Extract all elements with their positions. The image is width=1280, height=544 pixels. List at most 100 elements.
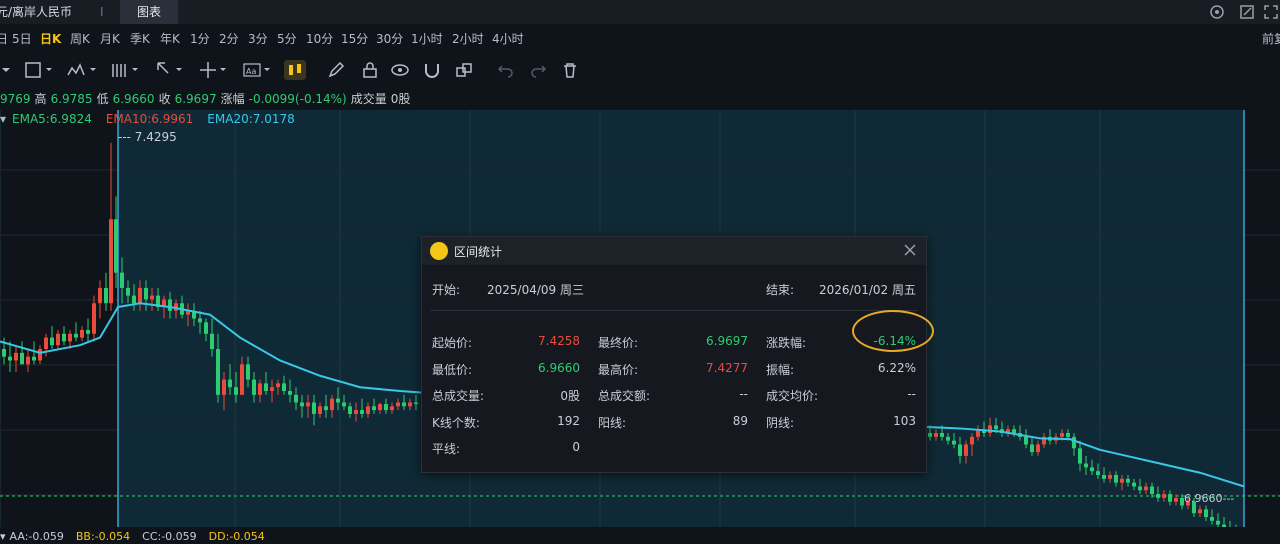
candle-body <box>928 433 932 437</box>
volume-label: 成交量 <box>350 92 387 106</box>
candle-body <box>216 349 220 395</box>
low-value: 6.9660 <box>112 92 155 106</box>
period-5min[interactable]: 5分 <box>277 30 297 47</box>
candle-body <box>1090 467 1094 472</box>
amplitude-value: 6.22% <box>877 361 916 375</box>
candle-body <box>988 425 992 434</box>
lock-icon[interactable] <box>360 60 380 80</box>
candle-body <box>1102 475 1106 479</box>
candle-body <box>934 433 938 437</box>
bars-icon[interactable] <box>110 60 142 80</box>
indicator-bb: BB:-0.054 <box>75 530 131 543</box>
redo-icon[interactable] <box>528 60 548 80</box>
period-2min[interactable]: 2分 <box>219 30 239 47</box>
candle-body <box>1168 494 1172 502</box>
candle-body <box>940 433 944 437</box>
rect-tool-icon[interactable] <box>24 60 54 80</box>
total-volume-value: 0股 <box>560 389 580 403</box>
up-bars-label: 阳线: <box>598 416 627 430</box>
edit-icon[interactable] <box>1238 3 1256 21</box>
period-1hour[interactable]: 1小时 <box>411 30 443 47</box>
indicator-icon[interactable] <box>66 60 98 80</box>
amplitude-label: 振幅: <box>766 363 795 377</box>
candle-body <box>1066 433 1070 437</box>
open-value: 9769 <box>0 92 31 106</box>
high-price-value: 7.4277 <box>706 361 748 375</box>
legend-toggle-icon[interactable]: ▾ <box>0 112 6 126</box>
candle-body <box>366 406 370 414</box>
period-3min[interactable]: 3分 <box>248 30 268 47</box>
period-day-partial[interactable]: 日 <box>0 30 8 47</box>
candle-body <box>390 406 394 411</box>
period-quarterly[interactable]: 季K <box>130 30 150 47</box>
candle-body <box>288 391 292 395</box>
close-label: 收 <box>158 92 171 106</box>
period-2hour[interactable]: 2小时 <box>452 30 484 47</box>
dropdown-icon[interactable] <box>0 60 12 80</box>
crosshair-icon[interactable] <box>198 60 230 80</box>
candle-body <box>270 387 274 392</box>
candle-body <box>252 379 256 395</box>
period-daily[interactable]: 日K <box>40 30 61 47</box>
candle-icon[interactable] <box>284 60 306 80</box>
candle-body <box>342 402 346 407</box>
candle-body <box>318 406 322 414</box>
candle-body <box>168 299 172 311</box>
end-label: 结束: <box>766 283 795 297</box>
tab-symbol[interactable]: 元/离岸人民币 <box>0 0 78 24</box>
pen-icon[interactable] <box>326 60 346 80</box>
candle-body <box>336 398 340 403</box>
period-4hour[interactable]: 4小时 <box>492 30 524 47</box>
undo-icon[interactable] <box>496 60 516 80</box>
candle-body <box>396 402 400 407</box>
tab-bar: 元/离岸人民币 I 图表 <box>0 0 1280 24</box>
period-5day[interactable]: 5日 <box>12 30 32 47</box>
candle-body <box>1162 494 1166 498</box>
period-10min[interactable]: 10分 <box>306 30 333 47</box>
period-15min[interactable]: 15分 <box>341 30 368 47</box>
candle-body <box>1216 520 1220 525</box>
trash-icon[interactable] <box>560 60 580 80</box>
candle-body <box>264 383 268 392</box>
period-yearly[interactable]: 年K <box>160 30 180 47</box>
indicator-toggle-icon[interactable]: ▾ <box>0 530 6 543</box>
indicator-dd: DD:-0.054 <box>208 530 265 543</box>
candle-body <box>68 333 72 342</box>
period-adjust[interactable]: 前复 <box>1262 30 1280 47</box>
settings-icon[interactable] <box>1208 3 1226 21</box>
candle-body <box>964 444 968 456</box>
indicator-aa: AA:-0.059 <box>9 530 64 543</box>
candle-body <box>1114 475 1118 483</box>
open-price-value: 7.4258 <box>538 334 580 348</box>
eye-icon[interactable] <box>390 60 410 80</box>
cursor-icon[interactable] <box>154 60 186 80</box>
text-tool-icon[interactable]: Aa <box>242 60 274 80</box>
magnet-icon[interactable] <box>422 60 442 80</box>
period-bar: 日 5日 日K 周K 月K 季K 年K 1分 2分 3分 5分 10分 15分 … <box>0 26 1280 52</box>
ema10-label: EMA10:6.9961 <box>105 112 194 126</box>
candle-body <box>38 349 42 361</box>
close-icon[interactable] <box>902 242 918 258</box>
end-value: 2026/01/02 周五 <box>819 283 916 297</box>
period-1min[interactable]: 1分 <box>190 30 210 47</box>
start-value: 2025/04/09 周三 <box>487 283 584 297</box>
fullscreen-icon[interactable] <box>1262 3 1280 21</box>
candle-body <box>294 394 298 403</box>
candle-body <box>402 402 406 407</box>
bar-count-label: K线个数: <box>432 416 480 430</box>
period-30min[interactable]: 30分 <box>376 30 403 47</box>
up-bars-value: 89 <box>732 414 748 428</box>
tab-chart[interactable]: 图表 <box>120 0 178 24</box>
candle-body <box>1204 509 1208 517</box>
candle-body <box>300 402 304 407</box>
candle-body <box>120 272 124 288</box>
candle-body <box>1222 524 1226 527</box>
candle-body <box>8 356 12 361</box>
candle-body <box>62 333 66 342</box>
low-price-label: 最低价: <box>432 363 473 377</box>
indicator-cc: CC:-0.059 <box>142 530 197 543</box>
link-icon[interactable] <box>454 60 474 80</box>
period-monthly[interactable]: 月K <box>100 30 120 47</box>
change-value: -0.0099(-0.14%) <box>248 92 347 106</box>
period-weekly[interactable]: 周K <box>70 30 90 47</box>
